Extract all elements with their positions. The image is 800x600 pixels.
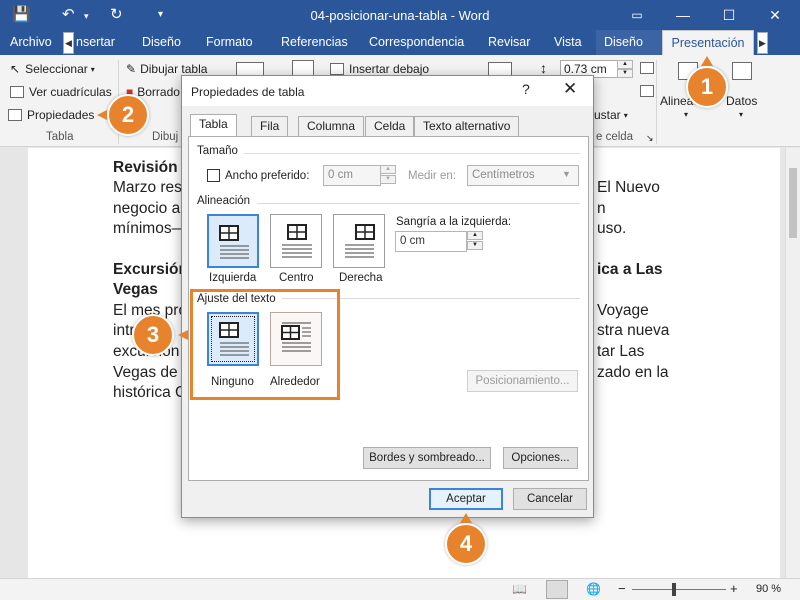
callout-arrows — [97, 56, 713, 523]
callout-4-arrow — [460, 513, 472, 523]
callout-2-arrow — [97, 110, 107, 120]
callout-1-arrow — [701, 56, 713, 66]
callout-3-arrow — [178, 330, 188, 340]
